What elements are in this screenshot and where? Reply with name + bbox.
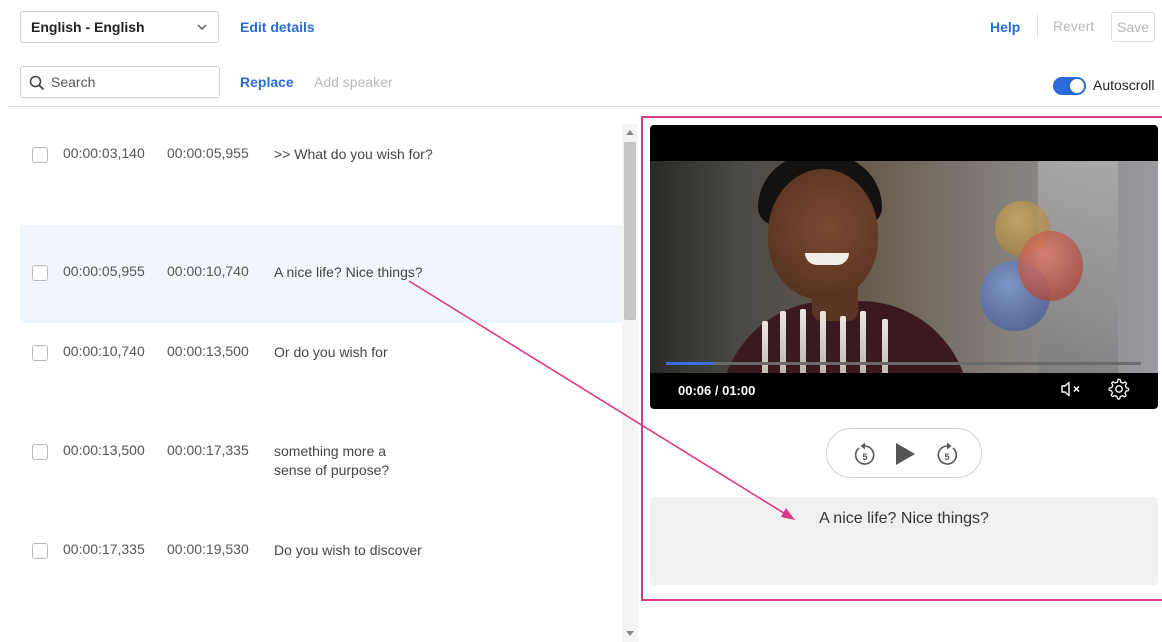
caption-line: Do you wish to discover	[274, 542, 422, 558]
caption-text[interactable]: >> What do you wish for?	[274, 145, 433, 164]
settings-gear-icon[interactable]	[1108, 378, 1130, 400]
scroll-down-arrow-icon[interactable]	[626, 631, 634, 636]
autoscroll-label: Autoscroll	[1093, 77, 1155, 93]
toggle-knob	[1070, 79, 1084, 93]
end-time[interactable]: 00:00:05,955	[167, 145, 249, 161]
end-time[interactable]: 00:00:13,500	[167, 343, 249, 359]
caption-text[interactable]: Do you wish to discover	[274, 541, 422, 560]
end-time[interactable]: 00:00:10,740	[167, 263, 249, 279]
chevron-down-icon	[197, 24, 207, 30]
caption-line: Or do you wish for	[274, 344, 388, 360]
caption-line: A nice life? Nice things?	[274, 264, 423, 280]
search-box[interactable]	[20, 66, 220, 98]
caption-preview: A nice life? Nice things?	[650, 497, 1158, 585]
autoscroll-toggle[interactable]	[1053, 77, 1086, 95]
search-icon	[29, 75, 45, 91]
language-select[interactable]: English - English	[20, 11, 219, 43]
caption-line: sense of purpose?	[274, 462, 390, 478]
rewind-5-icon[interactable]: 5	[853, 441, 877, 467]
end-time[interactable]: 00:00:19,530	[167, 541, 249, 557]
end-time[interactable]: 00:00:17,335	[167, 442, 249, 458]
caption-preview-text: A nice life? Nice things?	[819, 510, 989, 527]
row-checkbox[interactable]	[32, 543, 48, 559]
video-timecode: 00:06 / 01:00	[678, 383, 756, 398]
start-time[interactable]: 00:00:03,140	[63, 145, 145, 161]
video-frame-image	[650, 161, 1158, 373]
edit-details-link[interactable]: Edit details	[240, 19, 315, 35]
toolbar-divider	[1037, 14, 1038, 38]
start-time[interactable]: 00:00:10,740	[63, 343, 145, 359]
replace-link[interactable]: Replace	[240, 74, 294, 90]
caption-list-scrollbar[interactable]	[622, 124, 638, 642]
row-checkbox[interactable]	[32, 345, 48, 361]
play-icon[interactable]	[893, 442, 917, 466]
save-button[interactable]: Save	[1111, 12, 1155, 42]
video-progress-bar[interactable]	[666, 362, 1141, 365]
forward-5-icon[interactable]: 5	[935, 441, 959, 467]
video-player[interactable]: 00:06 / 01:00	[650, 125, 1158, 409]
start-time[interactable]: 00:00:13,500	[63, 442, 145, 458]
mute-icon[interactable]	[1060, 380, 1084, 398]
caption-list[interactable]: 00:00:03,140 00:00:05,955 >> What do you…	[0, 107, 622, 642]
caption-line: >> What do you wish for?	[274, 146, 433, 162]
caption-text[interactable]: Or do you wish for	[274, 343, 388, 362]
start-time[interactable]: 00:00:05,955	[63, 263, 145, 279]
video-progress-fill	[666, 362, 714, 365]
svg-text:5: 5	[862, 452, 867, 462]
scroll-up-arrow-icon[interactable]	[626, 130, 634, 135]
caption-row[interactable]: 00:00:13,500 00:00:17,335 something more…	[20, 404, 622, 502]
add-speaker-link[interactable]: Add speaker	[314, 74, 393, 90]
caption-text[interactable]: something more a sense of purpose?	[274, 442, 389, 480]
search-input[interactable]	[51, 74, 211, 90]
caption-line: something more a	[274, 443, 387, 459]
row-checkbox[interactable]	[32, 444, 48, 460]
caption-row[interactable]: 00:00:10,740 00:00:13,500 Or do you wish…	[20, 305, 622, 403]
row-checkbox[interactable]	[32, 265, 48, 281]
row-checkbox[interactable]	[32, 147, 48, 163]
scrollbar-thumb[interactable]	[624, 142, 636, 320]
revert-button[interactable]: Revert	[1053, 18, 1094, 34]
playback-controls: 5 5	[826, 428, 982, 478]
caption-text[interactable]: A nice life? Nice things?	[274, 263, 423, 282]
help-link[interactable]: Help	[990, 19, 1020, 35]
caption-row[interactable]: 00:00:17,335 00:00:19,530 Do you wish to…	[20, 503, 622, 601]
caption-row[interactable]: 00:00:03,140 00:00:05,955 >> What do you…	[20, 107, 622, 205]
svg-text:5: 5	[944, 452, 949, 462]
language-select-value: English - English	[31, 19, 145, 35]
start-time[interactable]: 00:00:17,335	[63, 541, 145, 557]
